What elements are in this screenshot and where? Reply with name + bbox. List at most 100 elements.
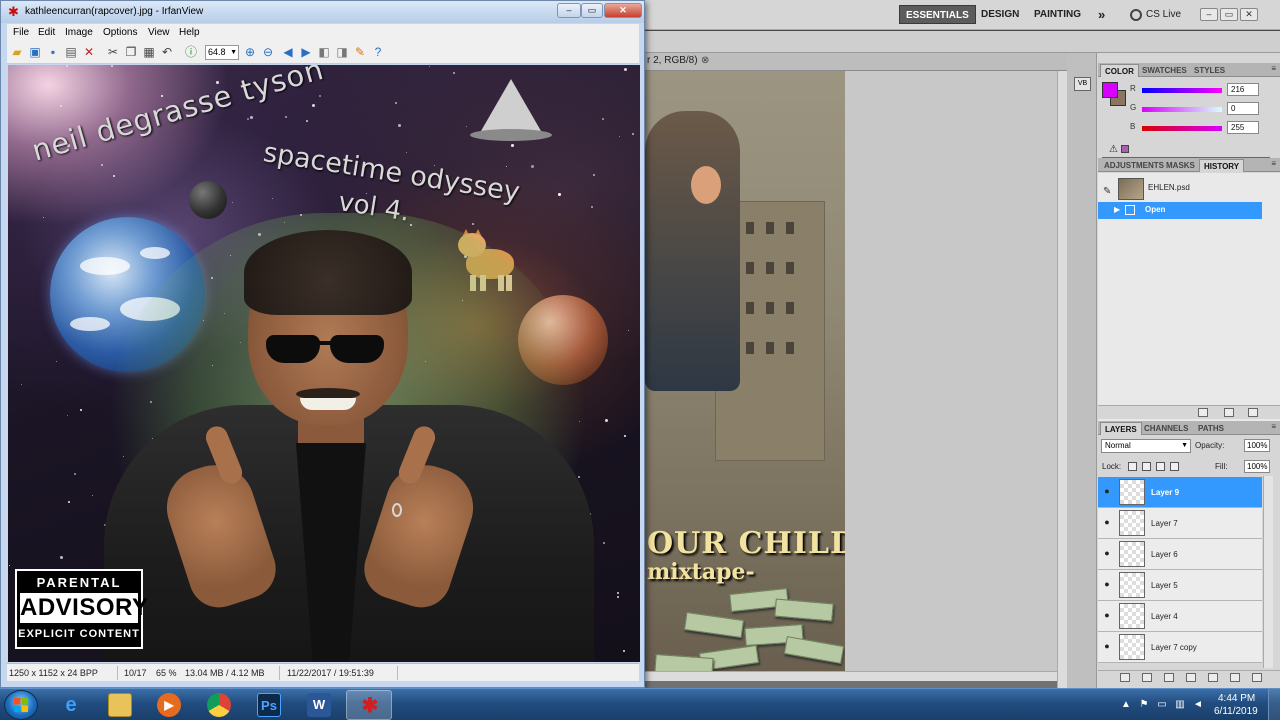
new-document-icon[interactable] (1198, 408, 1208, 417)
lock-position-icon[interactable] (1156, 462, 1165, 471)
tab-swatches[interactable]: SWATCHES (1138, 64, 1191, 77)
close-button[interactable]: ✕ (604, 3, 642, 18)
menu-options[interactable]: Options (103, 27, 137, 38)
help-icon[interactable]: ? (371, 45, 385, 59)
workspace-more-button[interactable]: » (1092, 5, 1111, 24)
tab-color[interactable]: COLOR (1100, 64, 1139, 77)
clock-date[interactable]: 6/11/2019 (1214, 706, 1258, 717)
layers-scrollbar[interactable] (1263, 476, 1273, 668)
open-folder-icon[interactable]: ▰ (10, 45, 24, 59)
start-button[interactable] (4, 690, 38, 720)
undo-icon[interactable]: ↶ (160, 45, 174, 59)
ps-canvas[interactable]: OUR CHILDREN mixtape- (645, 71, 845, 671)
menu-edit[interactable]: Edit (38, 27, 55, 38)
taskbar-chrome[interactable] (196, 690, 242, 720)
new-layer-icon[interactable] (1230, 673, 1240, 682)
trash-icon[interactable] (1248, 408, 1258, 417)
maximize-button[interactable]: ▭ (581, 3, 603, 18)
gamut-swatch[interactable] (1121, 145, 1129, 153)
workspace-design-button[interactable]: DESIGN (975, 5, 1025, 24)
link-layers-icon[interactable] (1120, 673, 1130, 682)
taskbar-word[interactable]: W (296, 690, 342, 720)
panel-menu-icon[interactable]: ≡ (1271, 422, 1276, 431)
red-slider[interactable] (1142, 88, 1222, 93)
volume-icon[interactable]: ◄ (1192, 699, 1204, 711)
minimize-button[interactable]: – (557, 3, 581, 18)
ps-close-button[interactable]: ✕ (1240, 8, 1258, 21)
taskbar-windows-explorer[interactable] (97, 690, 143, 720)
last-icon[interactable]: ◨ (335, 45, 349, 59)
next-icon[interactable]: ▶ (299, 45, 313, 59)
add-mask-icon[interactable] (1164, 673, 1174, 682)
layer-row[interactable]: ● Layer 6 (1098, 539, 1262, 570)
ps-minimize-button[interactable]: – (1200, 8, 1218, 21)
panel-menu-icon[interactable]: ≡ (1271, 159, 1276, 168)
ps-horizontal-scrollbar[interactable] (645, 671, 1057, 681)
print-icon[interactable]: ▤ (64, 45, 78, 59)
tab-paths[interactable]: PATHS (1194, 422, 1228, 435)
menu-view[interactable]: View (148, 27, 170, 38)
taskbar-photoshop[interactable]: Ps (246, 690, 292, 720)
zoom-out-icon[interactable]: ⊖ (261, 45, 275, 59)
eye-icon[interactable]: ● (1101, 548, 1113, 558)
previous-icon[interactable]: ◀ (281, 45, 295, 59)
green-slider[interactable] (1142, 107, 1222, 112)
irfanview-title-bar[interactable]: ✱ kathleencurran(rapcover).jpg - IrfanVi… (1, 1, 644, 23)
workspace-painting-button[interactable]: PAINTING (1028, 5, 1087, 24)
green-value-input[interactable]: 0 (1227, 102, 1259, 115)
out-of-gamut-warning-icon[interactable]: ⚠ (1109, 144, 1118, 155)
blue-slider[interactable] (1142, 126, 1222, 131)
document-tab[interactable]: r 2, RGB/8) ⊗ (645, 53, 1067, 71)
menu-help[interactable]: Help (179, 27, 200, 38)
zoom-in-icon[interactable]: ⊕ (243, 45, 257, 59)
copy-icon[interactable]: ❐ (124, 45, 138, 59)
history-snapshot[interactable]: ✎ EHLEN.psd (1098, 176, 1262, 200)
menu-image[interactable]: Image (65, 27, 93, 38)
opacity-input[interactable]: 100% (1244, 439, 1270, 452)
image-view[interactable]: neil degrasse tyson spacetime odyssey vo… (8, 65, 640, 662)
layer-row[interactable]: ● Layer 9 (1098, 477, 1262, 508)
layer-row[interactable]: ● Layer 7 copy (1098, 632, 1262, 663)
lock-all-icon[interactable] (1170, 462, 1179, 471)
tab-masks[interactable]: MASKS (1162, 159, 1199, 172)
display-icon[interactable]: ▭ (1156, 699, 1168, 711)
tab-layers[interactable]: LAYERS (1100, 422, 1142, 435)
flag-icon[interactable]: ⚑ (1138, 699, 1150, 711)
paint-icon[interactable]: ✎ (353, 45, 367, 59)
blend-mode-select[interactable]: Normal ▼ (1101, 439, 1191, 453)
cs-live-button[interactable]: CS Live (1130, 6, 1181, 24)
fx-icon[interactable] (1142, 673, 1152, 682)
adjustment-layer-icon[interactable] (1186, 673, 1196, 682)
blue-value-input[interactable]: 255 (1227, 121, 1259, 134)
new-group-icon[interactable] (1208, 673, 1218, 682)
eye-icon[interactable]: ● (1101, 517, 1113, 527)
eye-icon[interactable]: ● (1101, 579, 1113, 589)
layer-row[interactable]: ● Layer 7 (1098, 508, 1262, 539)
trash-icon[interactable] (1252, 673, 1262, 682)
close-icon[interactable]: ⊗ (701, 55, 709, 66)
network-icon[interactable]: ▥ (1174, 699, 1186, 711)
tray-expand-icon[interactable]: ▲ (1120, 699, 1132, 711)
eye-icon[interactable]: ● (1101, 641, 1113, 651)
layer-row[interactable]: ● Layer 4 (1098, 601, 1262, 632)
new-snapshot-icon[interactable] (1224, 408, 1234, 417)
taskbar-internet-explorer[interactable]: e (48, 690, 94, 720)
foreground-color-swatch[interactable] (1102, 82, 1118, 98)
taskbar-irfanview[interactable]: ✱ (346, 690, 392, 720)
lock-transparency-icon[interactable] (1128, 462, 1137, 471)
menu-file[interactable]: File (13, 27, 29, 38)
tab-adjustments[interactable]: ADJUSTMENTS (1100, 159, 1168, 172)
eye-icon[interactable]: ● (1101, 486, 1113, 496)
paste-icon[interactable]: ▦ (142, 45, 156, 59)
history-state-open[interactable]: ▶ Open (1098, 202, 1262, 219)
clock-time[interactable]: 4:44 PM (1218, 693, 1255, 704)
tab-channels[interactable]: CHANNELS (1140, 422, 1192, 435)
red-value-input[interactable]: 216 (1227, 83, 1259, 96)
tab-history[interactable]: HISTORY (1199, 159, 1245, 172)
variables-icon[interactable]: VB (1074, 77, 1091, 91)
workspace-essentials-button[interactable]: ESSENTIALS (899, 5, 976, 24)
zoom-select[interactable]: 64.8 ▼ (205, 45, 239, 60)
info-icon[interactable]: ⓘ (184, 45, 198, 59)
cut-icon[interactable]: ✂ (106, 45, 120, 59)
eye-icon[interactable]: ● (1101, 610, 1113, 620)
